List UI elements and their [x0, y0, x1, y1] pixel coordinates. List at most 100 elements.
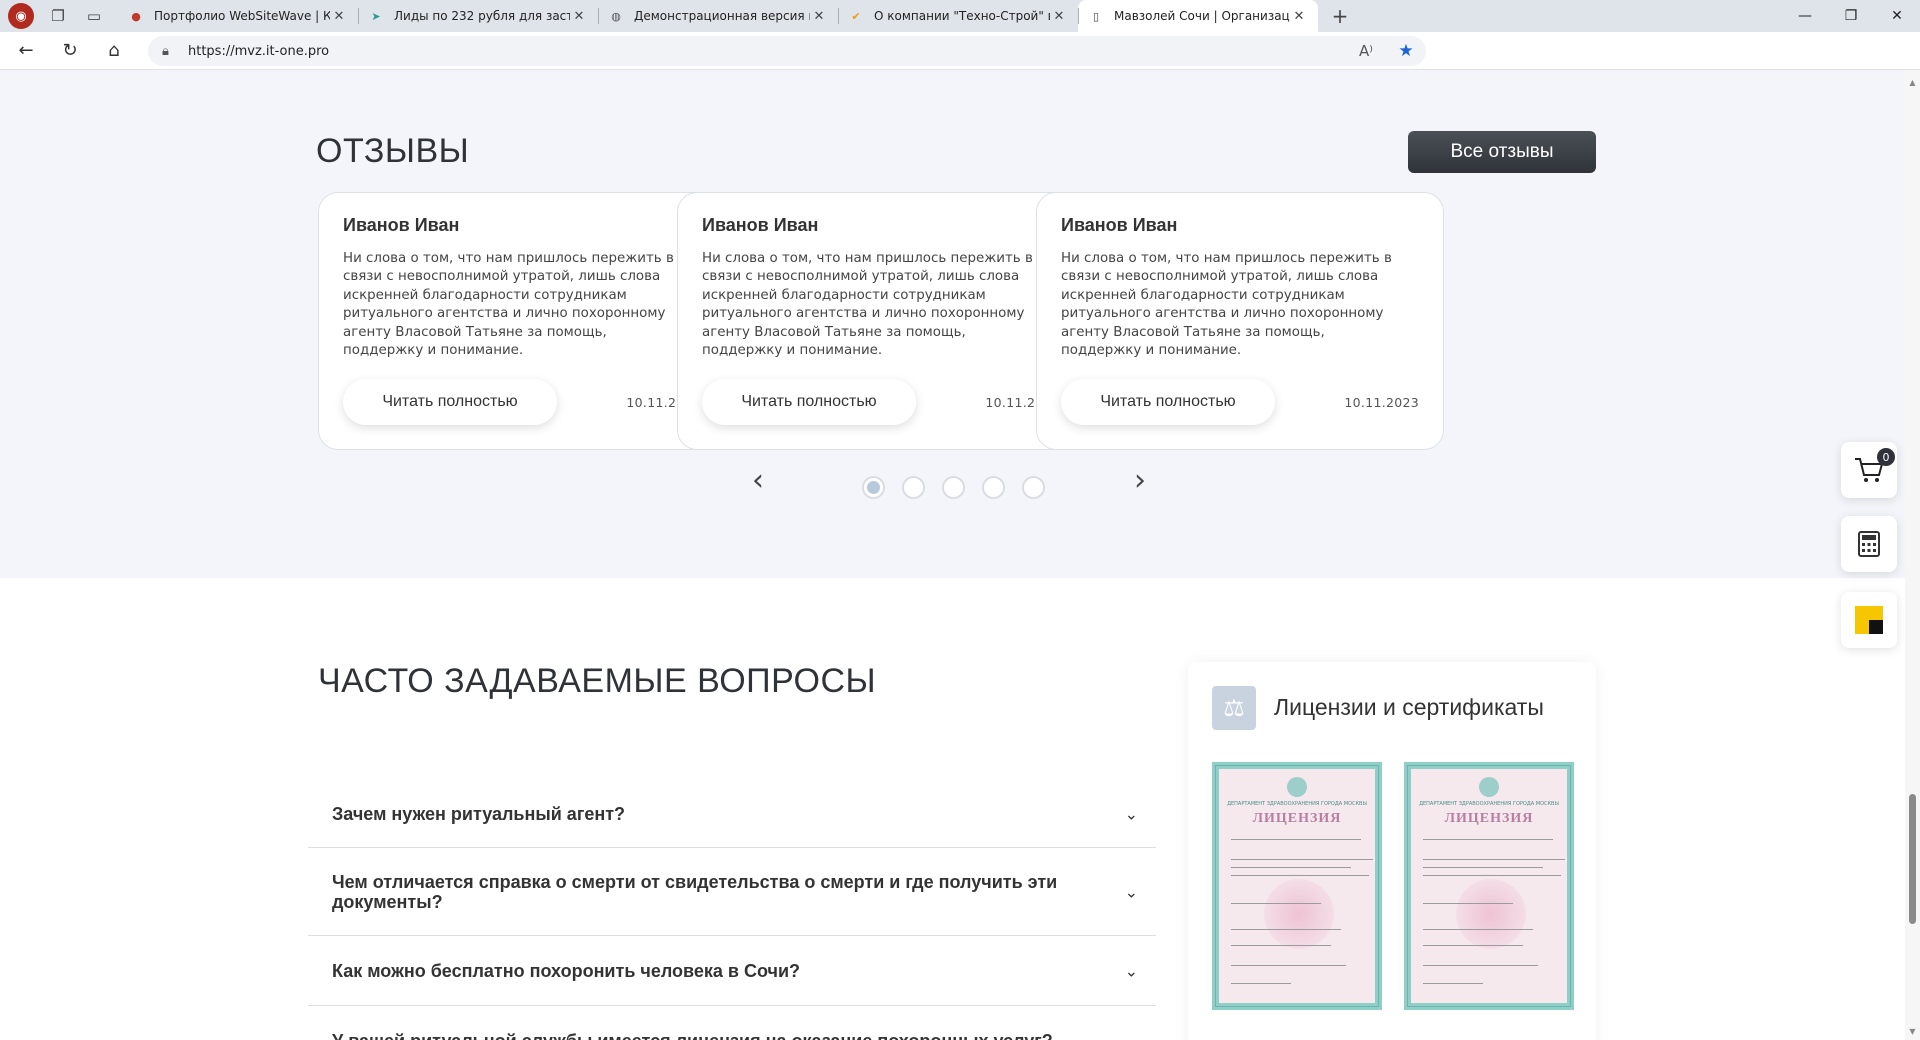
url-field[interactable]: 🔒︎ https://mvz.it-one.pro A⁾ ★: [148, 36, 1426, 66]
restore-icon[interactable]: ❐: [1828, 0, 1874, 32]
reviews-section: ОТЗЫВЫ Все отзывы Иванов Иван Ни слова о …: [0, 70, 1905, 578]
doc-line: [1231, 859, 1373, 860]
page-viewport: ОТЗЫВЫ Все отзывы Иванов Иван Ни слова о …: [0, 70, 1905, 1040]
pagination-dot[interactable]: [902, 476, 925, 499]
doc-line: [1423, 867, 1543, 868]
browser-tab[interactable]: ● Портфолио WebSiteWave | Креа✕: [118, 0, 358, 32]
doc-watermark: [1456, 879, 1526, 949]
read-more-button[interactable]: Читать полностью: [343, 379, 557, 425]
paper-plane-icon: ➤: [371, 9, 381, 23]
scroll-up-icon[interactable]: ▲: [1905, 78, 1920, 87]
chevron-down-icon[interactable]: ⌄: [1125, 882, 1138, 901]
close-tab-icon[interactable]: ✕: [1290, 9, 1308, 24]
url-text[interactable]: https://mvz.it-one.pro: [188, 44, 1346, 59]
carousel-prev-arrow-icon[interactable]: ‹: [752, 463, 764, 498]
faq-item[interactable]: Чем отличается справка о смерти от свиде…: [308, 848, 1156, 936]
review-card: Иванов Иван Ни слова о том, что нам пришл…: [318, 192, 726, 450]
cart-count-badge: 0: [1877, 448, 1895, 466]
pagination-dot[interactable]: [982, 476, 1005, 499]
faq-question[interactable]: Зачем нужен ритуальный агент?: [332, 804, 625, 824]
read-more-button[interactable]: Читать полностью: [702, 379, 916, 425]
back-icon[interactable]: ←: [4, 32, 48, 70]
close-tab-icon[interactable]: ✕: [570, 9, 588, 24]
licenses-title: Лицензии и сертификаты: [1274, 694, 1544, 720]
home-icon[interactable]: ⌂: [92, 32, 136, 70]
carousel-pagination: [862, 476, 1045, 499]
cart-button[interactable]: 0: [1841, 442, 1897, 498]
site-info-icon[interactable]: 🔒︎: [162, 44, 188, 59]
page-icon: ▯: [1092, 9, 1100, 23]
pagination-dot[interactable]: [862, 476, 885, 499]
scrollbar-thumb[interactable]: [1909, 794, 1916, 924]
refresh-icon[interactable]: ↻: [48, 32, 92, 70]
doc-line: [1423, 983, 1483, 984]
browser-tab[interactable]: ➤ Лиды по 232 рубля для застрой✕: [358, 0, 598, 32]
faq-question[interactable]: Как можно бесплатно похоронить человека …: [332, 961, 800, 981]
read-aloud-icon[interactable]: A⁾: [1346, 42, 1386, 60]
doc-line: [1423, 875, 1561, 876]
tab-actions-icon[interactable]: ▭: [76, 0, 112, 32]
doc-line: [1231, 965, 1346, 966]
sticky-note-icon: [1855, 606, 1883, 634]
calculator-button[interactable]: [1841, 516, 1897, 572]
pagination-dot[interactable]: [942, 476, 965, 499]
workspaces-icon[interactable]: ❐: [40, 0, 76, 32]
browser-tab[interactable]: ✔ О компании "Техно-Строй" в М ✕: [838, 0, 1078, 32]
licenses-panel: ⚖ Лицензии и сертификаты ДЕПАРТАМЕНТ ЗДР…: [1188, 662, 1596, 1040]
reviews-carousel: Иванов Иван Ни слова о том, что нам пришл…: [318, 190, 1596, 450]
doc-line: [1423, 839, 1553, 840]
doc-line: [1423, 965, 1538, 966]
doc-line: [1423, 903, 1513, 904]
close-tab-icon[interactable]: ✕: [330, 9, 348, 24]
chevron-down-icon[interactable]: ⌄: [1125, 1031, 1138, 1040]
faq-question[interactable]: Чем отличается справка о смерти от свиде…: [332, 872, 1096, 912]
new-tab-button[interactable]: +: [1322, 4, 1358, 28]
chevron-down-icon[interactable]: ⌄: [1125, 804, 1138, 823]
license-document-image[interactable]: ДЕПАРТАМЕНТ ЗДРАВООХРАНЕНИЯ ГОРОДА МОСКВ…: [1212, 762, 1382, 1010]
close-tab-icon[interactable]: ✕: [1050, 9, 1068, 24]
page-scrollbar[interactable]: ▲ ▼: [1905, 70, 1920, 1040]
review-author: Иванов Иван: [1061, 215, 1178, 235]
read-more-button[interactable]: Читать полностью: [1061, 379, 1275, 425]
chevron-down-icon[interactable]: ⌄: [1125, 961, 1138, 980]
review-card: Иванов Иван Ни слова о том, что нам пришл…: [1036, 192, 1444, 450]
license-document-image[interactable]: ДЕПАРТАМЕНТ ЗДРАВООХРАНЕНИЯ ГОРОДА МОСКВ…: [1404, 762, 1574, 1010]
calculator-icon: [1858, 531, 1880, 557]
doc-line: [1231, 867, 1351, 868]
close-tab-icon[interactable]: ✕: [810, 9, 828, 24]
faq-item[interactable]: Зачем нужен ритуальный агент? ⌄: [308, 780, 1156, 848]
close-window-icon[interactable]: ✕: [1874, 0, 1920, 32]
all-reviews-button[interactable]: Все отзывы: [1408, 131, 1596, 173]
red-circle-icon: ●: [131, 9, 141, 23]
address-bar-row: ← ↻ ⌂ 🔒︎ https://mvz.it-one.pro A⁾ ★ ⛊ ♲…: [0, 32, 1920, 92]
browser-tab[interactable]: ◍ Демонстрационная версия про✕: [598, 0, 838, 32]
scroll-down-icon[interactable]: ▼: [1905, 1027, 1920, 1036]
faq-item[interactable]: Как можно бесплатно похоронить человека …: [308, 936, 1156, 1006]
notes-button[interactable]: [1841, 592, 1897, 648]
doc-line: [1231, 983, 1291, 984]
doc-line: [1423, 929, 1533, 930]
doc-watermark: [1264, 879, 1334, 949]
faq-list: Зачем нужен ритуальный агент? ⌄ Чем отлича…: [308, 780, 1156, 1040]
browser-tab-bar: ◉ ❐ ▭ ●Портфолио WebSiteWave | Креа✕➤Лид…: [0, 0, 1920, 32]
scales-icon: ⚖: [1212, 686, 1256, 730]
faq-title: ЧАСТО ЗАДАВАЕМЫЕ ВОПРОСЫ: [318, 662, 877, 700]
emblem-icon: [1479, 777, 1499, 797]
tab-title: Демонстрационная версия про: [634, 9, 810, 23]
checkmark-icon: ✔: [851, 9, 861, 23]
pagination-dot[interactable]: [1022, 476, 1045, 499]
favorite-star-icon[interactable]: ★: [1386, 41, 1426, 61]
review-author: Иванов Иван: [343, 215, 460, 235]
review-card: Иванов Иван Ни слова о том, что нам пришл…: [677, 192, 1085, 450]
emblem-icon: [1287, 777, 1307, 797]
carousel-next-arrow-icon[interactable]: ›: [1134, 463, 1146, 498]
tab-title: Портфолио WebSiteWave | Креа: [154, 9, 330, 23]
doc-line: [1231, 929, 1341, 930]
browser-tab[interactable]: ▯ Мавзолей Сочи | Организация ✕: [1078, 0, 1318, 32]
minimize-icon[interactable]: —: [1782, 0, 1828, 32]
faq-question[interactable]: У вашей ритуальной службы имеется лиценз…: [332, 1031, 1053, 1040]
review-text: Ни слова о том, что нам пришлось пережит…: [1061, 251, 1392, 359]
faq-item[interactable]: У вашей ритуальной службы имеется лиценз…: [308, 1006, 1156, 1040]
doc-line: [1423, 859, 1565, 860]
browser-profile-icon[interactable]: ◉: [8, 3, 34, 29]
